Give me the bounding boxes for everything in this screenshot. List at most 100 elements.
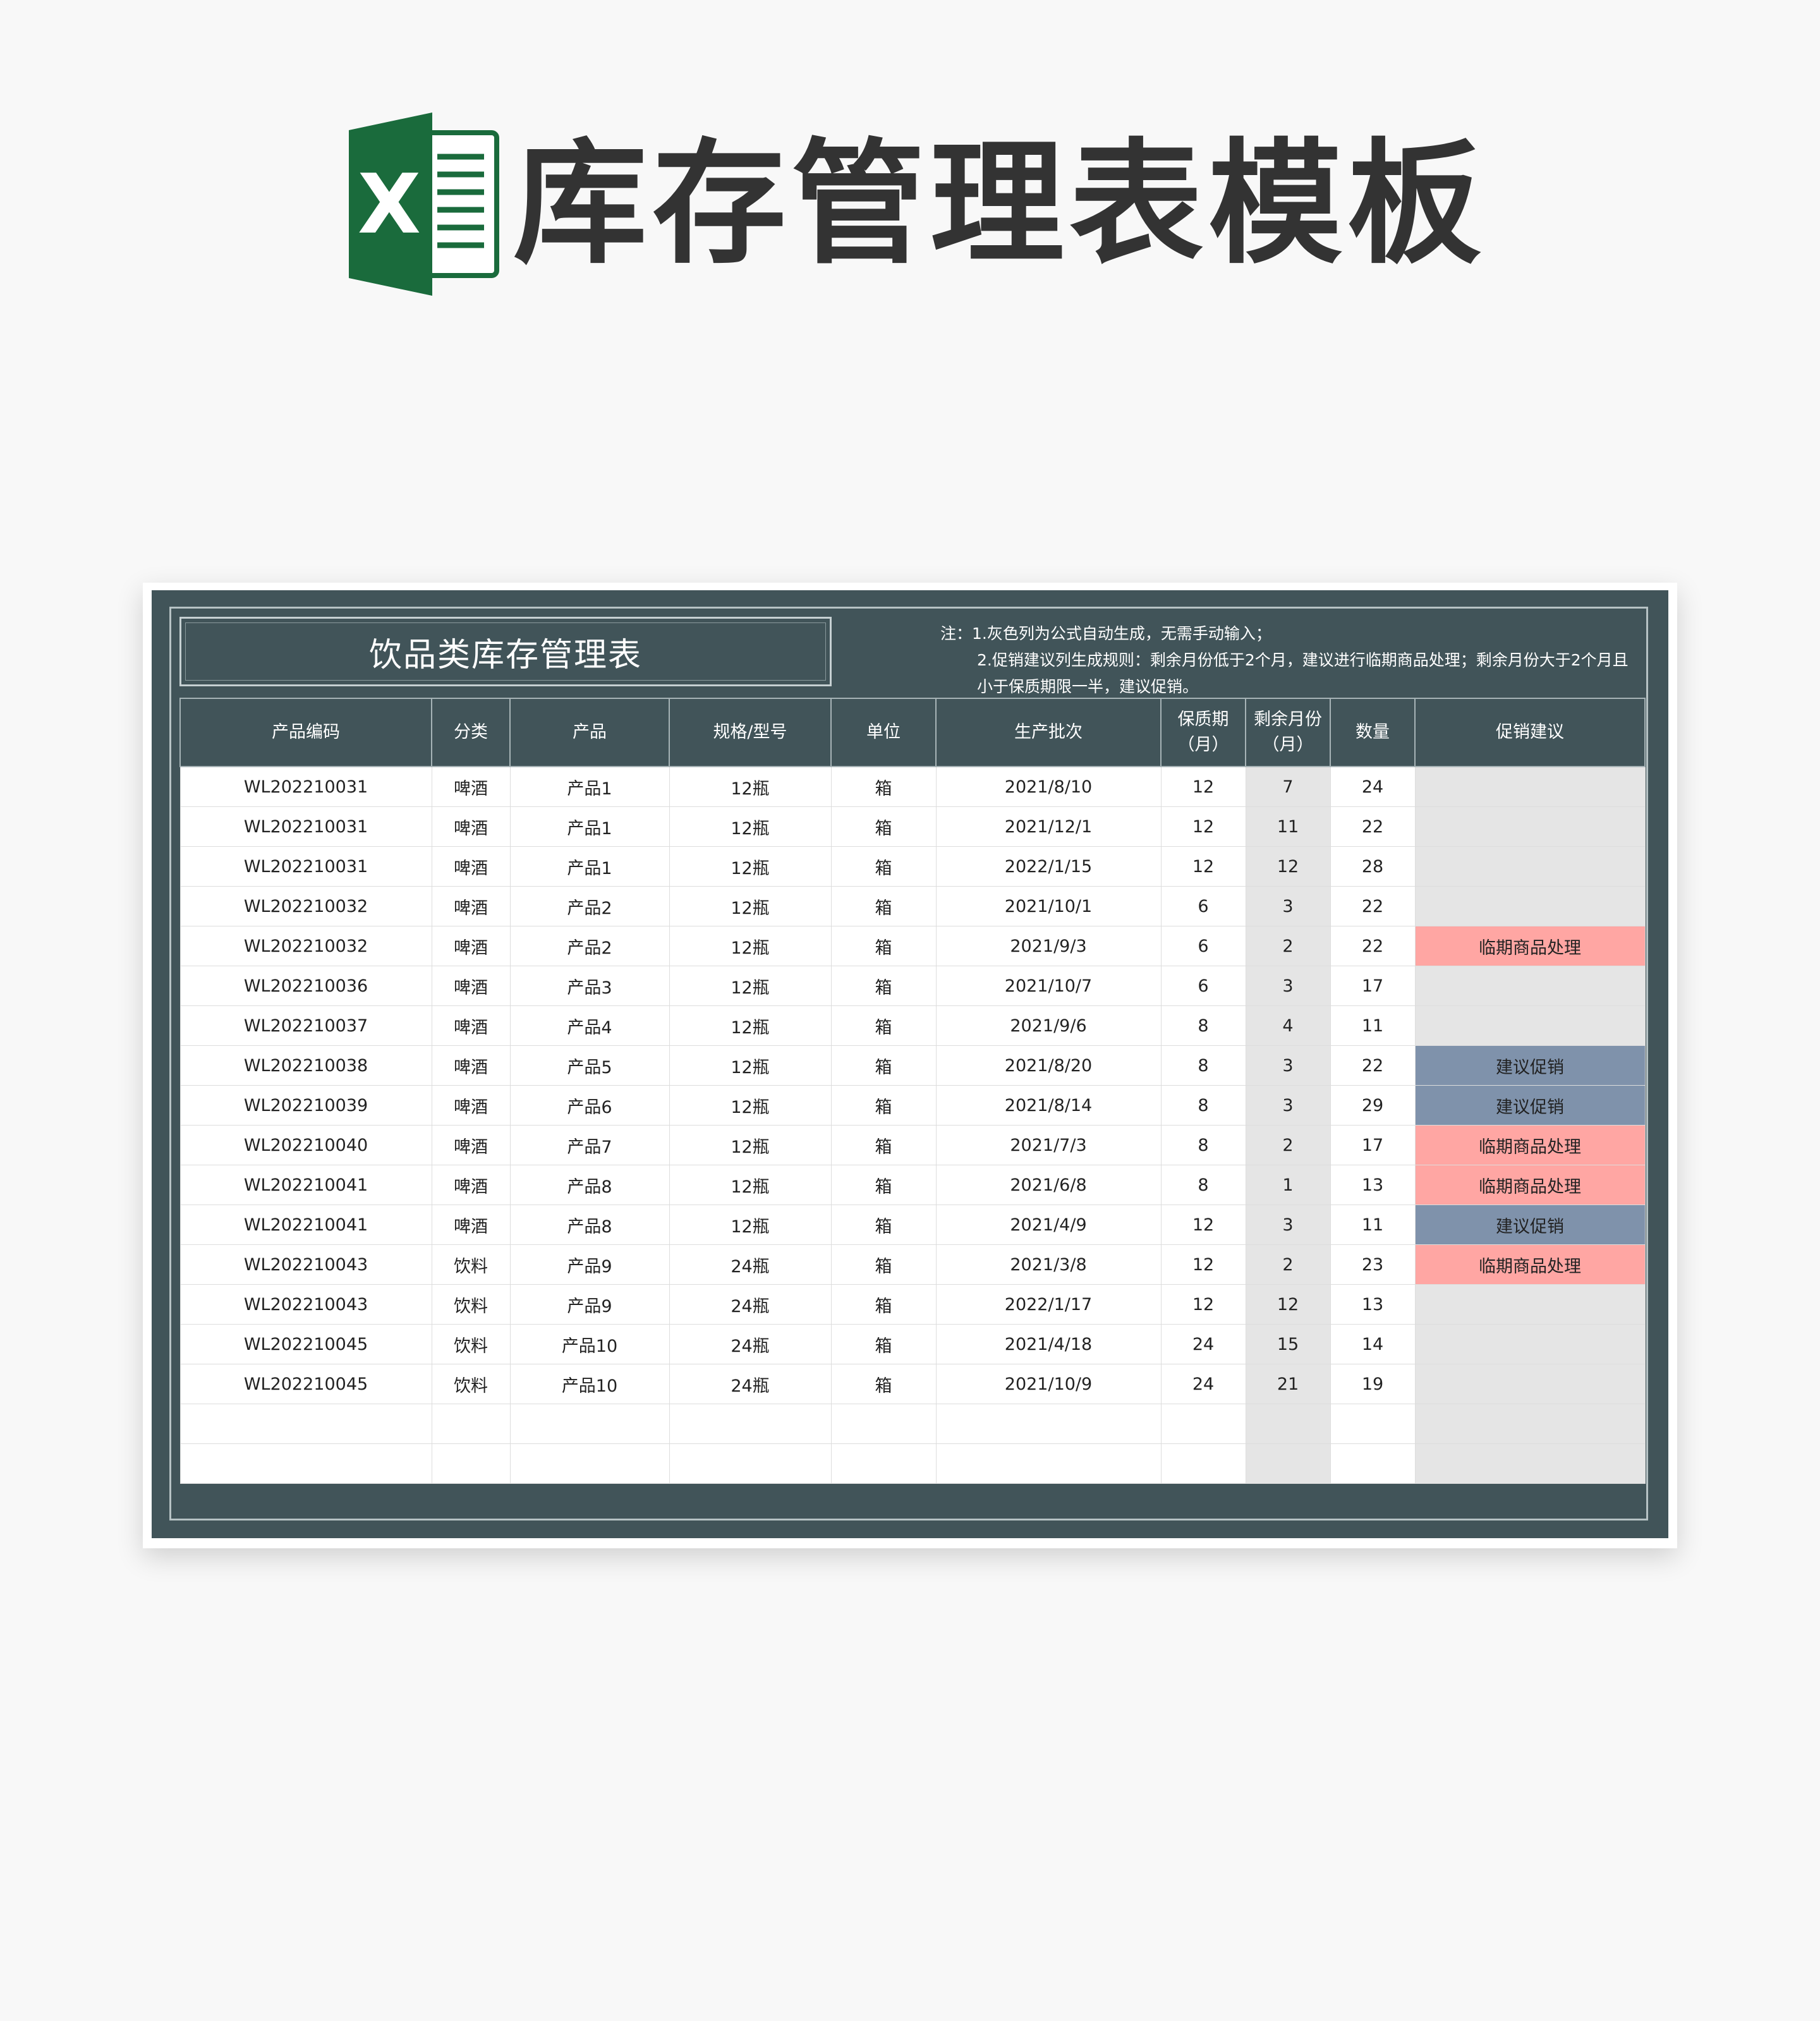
cell-advice[interactable] <box>1414 806 1646 847</box>
cell-unit[interactable] <box>830 1404 937 1444</box>
cell-advice[interactable] <box>1414 1284 1646 1325</box>
cell-unit[interactable]: 箱 <box>830 1284 937 1325</box>
cell-remaining[interactable]: 3 <box>1245 966 1331 1006</box>
cell-spec[interactable]: 12瓶 <box>669 1165 832 1205</box>
cell-quantity[interactable]: 13 <box>1330 1165 1416 1205</box>
cell-category[interactable] <box>431 1443 511 1484</box>
cell-spec[interactable]: 24瓶 <box>669 1284 832 1325</box>
cell-advice[interactable] <box>1414 766 1646 807</box>
cell-quantity[interactable]: 11 <box>1330 1205 1416 1245</box>
cell-category[interactable]: 啤酒 <box>431 886 511 926</box>
column-header-shelf-life[interactable]: 保质期（月） <box>1160 698 1246 767</box>
cell-batch[interactable]: 2021/8/14 <box>935 1085 1162 1126</box>
cell-batch[interactable]: 2022/1/15 <box>935 846 1162 887</box>
cell-advice[interactable]: 建议促销 <box>1414 1085 1646 1126</box>
cell-remaining[interactable]: 7 <box>1245 766 1331 807</box>
cell-product[interactable]: 产品1 <box>509 806 670 847</box>
cell-spec[interactable]: 12瓶 <box>669 1085 832 1126</box>
cell-advice[interactable]: 临期商品处理 <box>1414 1244 1646 1285</box>
cell-category[interactable] <box>431 1404 511 1444</box>
cell-advice[interactable] <box>1414 1364 1646 1404</box>
cell-product[interactable]: 产品6 <box>509 1085 670 1126</box>
cell-spec[interactable]: 12瓶 <box>669 806 832 847</box>
cell-quantity[interactable]: 28 <box>1330 846 1416 887</box>
cell-shelf-life[interactable]: 12 <box>1160 1205 1246 1245</box>
cell-shelf-life[interactable]: 12 <box>1160 846 1246 887</box>
cell-batch[interactable]: 2021/8/20 <box>935 1045 1162 1086</box>
cell-quantity[interactable]: 19 <box>1330 1364 1416 1404</box>
cell-shelf-life[interactable]: 8 <box>1160 1125 1246 1165</box>
cell-code[interactable] <box>179 1443 432 1484</box>
cell-spec[interactable]: 12瓶 <box>669 1125 832 1165</box>
cell-spec[interactable]: 24瓶 <box>669 1324 832 1364</box>
cell-product[interactable]: 产品3 <box>509 966 670 1006</box>
cell-quantity[interactable]: 17 <box>1330 1125 1416 1165</box>
cell-product[interactable]: 产品1 <box>509 846 670 887</box>
cell-quantity[interactable]: 22 <box>1330 806 1416 847</box>
cell-remaining[interactable]: 21 <box>1245 1364 1331 1404</box>
cell-quantity[interactable]: 17 <box>1330 966 1416 1006</box>
cell-quantity[interactable]: 11 <box>1330 1005 1416 1046</box>
cell-quantity[interactable]: 23 <box>1330 1244 1416 1285</box>
cell-category[interactable]: 啤酒 <box>431 766 511 807</box>
cell-advice[interactable] <box>1414 846 1646 887</box>
cell-remaining[interactable]: 3 <box>1245 1085 1331 1126</box>
cell-batch[interactable]: 2021/3/8 <box>935 1244 1162 1285</box>
cell-code[interactable]: WL202210041 <box>179 1165 432 1205</box>
cell-product[interactable]: 产品9 <box>509 1244 670 1285</box>
cell-spec[interactable] <box>669 1404 832 1444</box>
cell-unit[interactable] <box>830 1443 937 1484</box>
cell-code[interactable]: WL202210037 <box>179 1005 432 1046</box>
column-header-product[interactable]: 产品 <box>509 698 670 767</box>
cell-product[interactable]: 产品8 <box>509 1205 670 1245</box>
cell-unit[interactable]: 箱 <box>830 1005 937 1046</box>
cell-product[interactable]: 产品10 <box>509 1364 670 1404</box>
cell-category[interactable]: 饮料 <box>431 1244 511 1285</box>
cell-category[interactable]: 啤酒 <box>431 806 511 847</box>
cell-category[interactable]: 啤酒 <box>431 846 511 887</box>
cell-quantity[interactable]: 22 <box>1330 1045 1416 1086</box>
column-header-quantity[interactable]: 数量 <box>1330 698 1416 767</box>
column-header-unit[interactable]: 单位 <box>830 698 937 767</box>
cell-product[interactable] <box>509 1443 670 1484</box>
cell-advice[interactable]: 建议促销 <box>1414 1045 1646 1086</box>
cell-batch[interactable]: 2021/10/1 <box>935 886 1162 926</box>
cell-remaining[interactable]: 12 <box>1245 846 1331 887</box>
cell-product[interactable]: 产品9 <box>509 1284 670 1325</box>
cell-unit[interactable]: 箱 <box>830 926 937 966</box>
cell-remaining[interactable]: 3 <box>1245 886 1331 926</box>
cell-shelf-life[interactable] <box>1160 1404 1246 1444</box>
cell-code[interactable]: WL202210031 <box>179 766 432 807</box>
cell-unit[interactable]: 箱 <box>830 1165 937 1205</box>
cell-category[interactable]: 啤酒 <box>431 1165 511 1205</box>
cell-batch[interactable]: 2021/6/8 <box>935 1165 1162 1205</box>
cell-shelf-life[interactable]: 12 <box>1160 766 1246 807</box>
cell-code[interactable]: WL202210045 <box>179 1364 432 1404</box>
cell-quantity[interactable]: 24 <box>1330 766 1416 807</box>
cell-unit[interactable]: 箱 <box>830 1244 937 1285</box>
cell-quantity[interactable] <box>1330 1443 1416 1484</box>
cell-product[interactable]: 产品8 <box>509 1165 670 1205</box>
cell-unit[interactable]: 箱 <box>830 1045 937 1086</box>
cell-category[interactable]: 啤酒 <box>431 966 511 1006</box>
cell-batch[interactable]: 2021/12/1 <box>935 806 1162 847</box>
cell-spec[interactable]: 24瓶 <box>669 1244 832 1285</box>
cell-remaining[interactable]: 3 <box>1245 1205 1331 1245</box>
cell-remaining[interactable] <box>1245 1404 1331 1444</box>
cell-spec[interactable]: 12瓶 <box>669 846 832 887</box>
cell-batch[interactable]: 2021/7/3 <box>935 1125 1162 1165</box>
cell-shelf-life[interactable]: 12 <box>1160 1244 1246 1285</box>
cell-unit[interactable]: 箱 <box>830 1324 937 1364</box>
cell-unit[interactable]: 箱 <box>830 1364 937 1404</box>
cell-shelf-life[interactable]: 8 <box>1160 1165 1246 1205</box>
cell-quantity[interactable]: 14 <box>1330 1324 1416 1364</box>
cell-spec[interactable]: 12瓶 <box>669 1205 832 1245</box>
cell-unit[interactable]: 箱 <box>830 846 937 887</box>
cell-shelf-life[interactable]: 6 <box>1160 886 1246 926</box>
cell-unit[interactable]: 箱 <box>830 806 937 847</box>
cell-unit[interactable]: 箱 <box>830 966 937 1006</box>
column-header-advice[interactable]: 促销建议 <box>1414 698 1646 767</box>
cell-batch[interactable]: 2021/10/9 <box>935 1364 1162 1404</box>
column-header-batch[interactable]: 生产批次 <box>935 698 1162 767</box>
cell-category[interactable]: 啤酒 <box>431 926 511 966</box>
